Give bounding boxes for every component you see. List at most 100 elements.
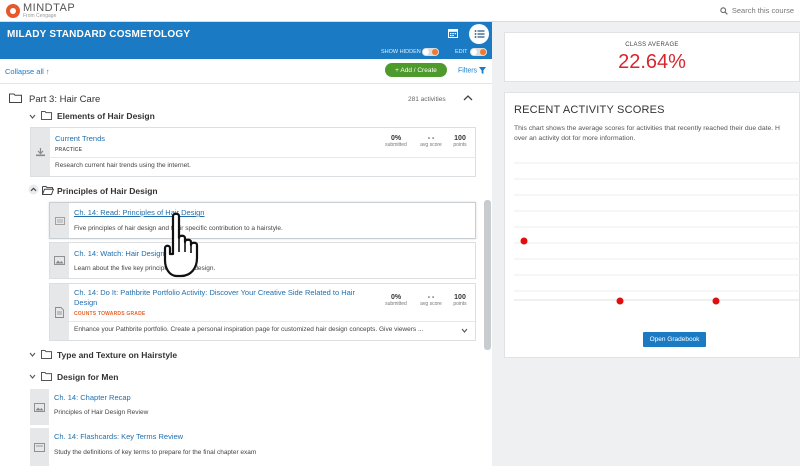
chevron-up-icon[interactable] (28, 184, 39, 195)
points-stat: 100 points (445, 294, 475, 307)
chevron-down-icon[interactable] (461, 328, 468, 333)
part-title: Part 3: Hair Care (29, 94, 101, 105)
scores-chart (514, 162, 800, 305)
avg-score-label: avg score (420, 301, 442, 307)
open-gradebook-button[interactable]: Open Gradebook (643, 332, 706, 347)
list-icon (474, 30, 484, 38)
submitted-label: submitted (385, 142, 407, 148)
card-title[interactable]: Current Trends (55, 134, 105, 143)
folder-open-icon (9, 93, 22, 103)
edit-toggle[interactable] (470, 48, 487, 56)
section-title-texture[interactable]: Type and Texture on Hairstyle (57, 350, 177, 360)
card-rail (31, 128, 50, 176)
description-line1: This chart shows the average scores for … (514, 125, 780, 132)
card-description: Study the definitions of key terms to pr… (54, 449, 257, 456)
course-title: MILADY STANDARD COSMETOLOGY (7, 29, 191, 40)
filter-icon (479, 67, 487, 74)
folder-icon (41, 372, 52, 381)
view-toggles: SHOW HIDDEN EDIT (0, 46, 492, 59)
chevron-down-icon[interactable] (29, 114, 36, 119)
card-description: Enhance your Pathbrite portfolio. Create… (74, 326, 424, 333)
card-divider (69, 321, 475, 322)
calendar-icon[interactable] (448, 28, 458, 38)
logo-sub: From Cengage (23, 13, 57, 19)
points-value: 100 (454, 294, 466, 301)
card-divider (50, 157, 475, 158)
avg-score-stat: - - avg score (416, 294, 446, 307)
filters-button[interactable]: Filters (458, 67, 487, 75)
search-icon (720, 6, 728, 15)
activity-score-dot[interactable] (520, 237, 528, 245)
card-rail (50, 284, 69, 340)
chevron-down-icon[interactable] (29, 352, 36, 357)
points-value: 100 (454, 135, 466, 142)
image-icon (34, 402, 45, 412)
avg-score-value: - - (427, 135, 435, 142)
part-header[interactable]: Part 3: Hair Care 281 activities (0, 86, 484, 108)
action-bar: Collapse all ↑ + Add / Create Filters (0, 59, 492, 84)
show-hidden-label: SHOW HIDDEN (381, 49, 421, 55)
arrow-up-icon: ↑ (45, 67, 50, 76)
scrollbar[interactable] (484, 200, 491, 350)
activity-card-flashcards[interactable]: Ch. 14: Flashcards: Key Terms Review Stu… (30, 428, 476, 466)
mindtap-logo[interactable]: MINDTAP From Cengage (6, 3, 75, 19)
course-header: MILADY STANDARD COSMETOLOGY (0, 22, 492, 46)
points-label: points (453, 301, 467, 307)
submitted-label: submitted (385, 301, 407, 307)
submitted-stat: 0% submitted (381, 294, 411, 307)
activity-card-read-principles[interactable]: Ch. 14: Read: Principles of Hair Design … (49, 202, 476, 239)
avg-score-value: - - (427, 294, 435, 301)
folder-icon (41, 111, 52, 120)
activity-card-watch-hair[interactable]: Ch. 14: Watch: Hair Design Learn about t… (49, 242, 476, 279)
list-view-button[interactable] (469, 24, 489, 44)
filters-label: Filters (458, 67, 478, 75)
edit-label: EDIT (455, 49, 468, 55)
recent-activity-title: RECENT ACTIVITY SCORES (514, 104, 665, 116)
card-rail (30, 428, 49, 466)
card-title[interactable]: Ch. 14: Chapter Recap (54, 393, 131, 402)
class-average-value: 22.64% (618, 51, 686, 73)
submitted-stat: 0% submitted (381, 135, 411, 148)
card-description: Research current hair trends using the i… (55, 162, 191, 169)
activity-count: 281 activities (408, 96, 446, 103)
show-hidden-toggle[interactable] (422, 48, 439, 56)
section-title-elements[interactable]: Elements of Hair Design (57, 111, 155, 121)
activity-card-current-trends[interactable]: Current Trends PRACTICE 0% submitted - -… (30, 127, 476, 177)
card-type: PRACTICE (55, 147, 83, 153)
search-placeholder: Search this course (731, 6, 794, 15)
activity-card-pathbrite[interactable]: Ch. 14: Do It: Pathbrite Portfolio Activ… (49, 283, 476, 341)
image-icon (54, 256, 65, 265)
recent-activity-card: RECENT ACTIVITY SCORES This chart shows … (504, 92, 800, 358)
section-title-design-men[interactable]: Design for Men (57, 372, 118, 382)
card-rail (30, 389, 49, 425)
activity-score-dot[interactable] (616, 297, 624, 305)
collapse-all-link[interactable]: Collapse all ↑ (5, 67, 50, 76)
chevron-up-icon[interactable] (463, 95, 473, 101)
document-icon (55, 306, 64, 318)
class-average-card: CLASS AVERAGE 22.64% (504, 32, 800, 82)
submitted-value: 0% (390, 294, 402, 301)
activity-card-chapter-recap[interactable]: Ch. 14: Chapter Recap Principles of Hair… (30, 389, 476, 425)
book-icon (54, 216, 65, 225)
folder-open-icon (42, 186, 54, 195)
download-icon (36, 148, 45, 157)
folder-icon (41, 350, 52, 359)
chevron-down-icon[interactable] (29, 374, 36, 379)
activity-score-dot[interactable] (712, 297, 720, 305)
section-title-principles[interactable]: Principles of Hair Design (57, 186, 158, 196)
flashcard-icon (34, 442, 45, 452)
course-search[interactable]: Search this course (720, 6, 794, 15)
avg-score-label: avg score (420, 142, 442, 148)
card-title-line2: Design (74, 298, 98, 307)
card-title[interactable]: Ch. 14: Do It: Pathbrite Portfolio Activ… (74, 288, 374, 308)
counts-toward-grade-tag: COUNTS TOWARDS GRADE (74, 311, 146, 317)
recent-activity-description: This chart shows the average scores for … (514, 124, 799, 144)
card-title[interactable]: Ch. 14: Watch: Hair Design (74, 249, 165, 258)
card-rail (50, 203, 69, 238)
card-title[interactable]: Ch. 14: Flashcards: Key Terms Review (54, 432, 183, 441)
card-description: Principles of Hair Design Review (54, 409, 149, 416)
description-line2: over an activity dot for more informatio… (514, 135, 636, 142)
logo-mark-icon (6, 4, 20, 18)
pointer-hand-icon (163, 212, 199, 278)
add-create-button[interactable]: + Add / Create (385, 63, 447, 77)
